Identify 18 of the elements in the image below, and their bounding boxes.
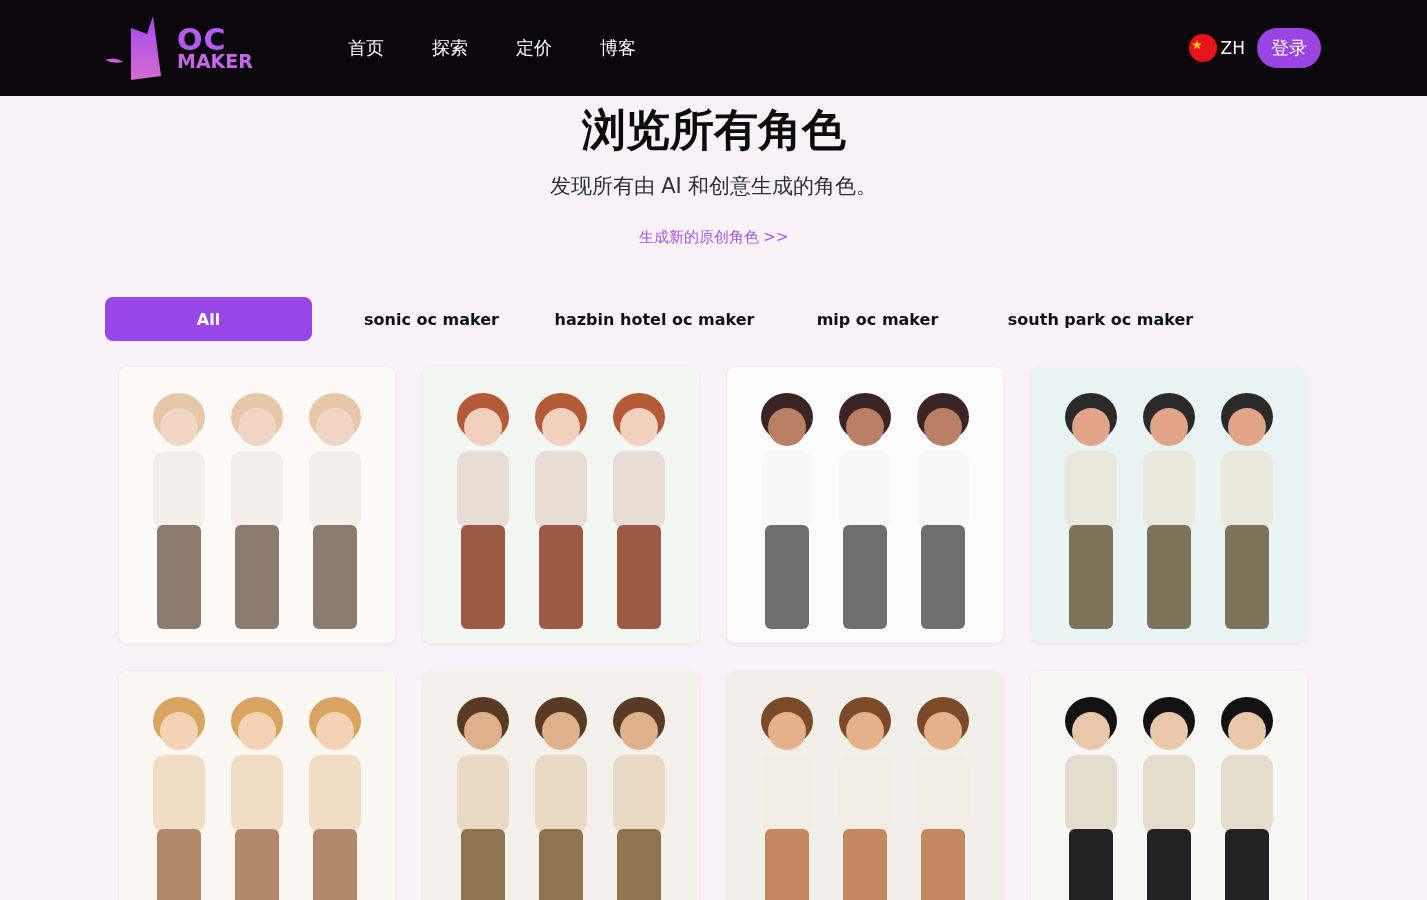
flag-icon (1188, 34, 1217, 62)
logo-text: MAKER (177, 52, 253, 71)
filter-tab[interactable]: south park oc maker (997, 297, 1204, 341)
page-subtitle: 发现所有由 AI 和创意生成的角色。 (549, 173, 878, 200)
logo-text: OC (177, 25, 227, 53)
nav-link[interactable]: 探索 (432, 36, 468, 60)
nav-link[interactable]: 首页 (348, 36, 384, 60)
filter-tab[interactable]: All (105, 297, 312, 341)
logo-icon (105, 16, 163, 80)
filter-tab[interactable]: mip oc maker (774, 297, 981, 341)
nav-link[interactable]: 博客 (600, 36, 636, 60)
nav-link[interactable]: 定价 (516, 36, 552, 60)
filter-tab[interactable]: hazbin hotel oc maker (551, 297, 758, 341)
filter-tab[interactable]: sonic oc maker (328, 297, 535, 341)
create-character-link[interactable]: 生成新的原创角色 >> (638, 228, 789, 247)
language-label[interactable]: ZH (1220, 38, 1245, 58)
page-title: 浏览所有角色 (581, 103, 846, 157)
login-button[interactable]: 登录 (1257, 28, 1321, 68)
